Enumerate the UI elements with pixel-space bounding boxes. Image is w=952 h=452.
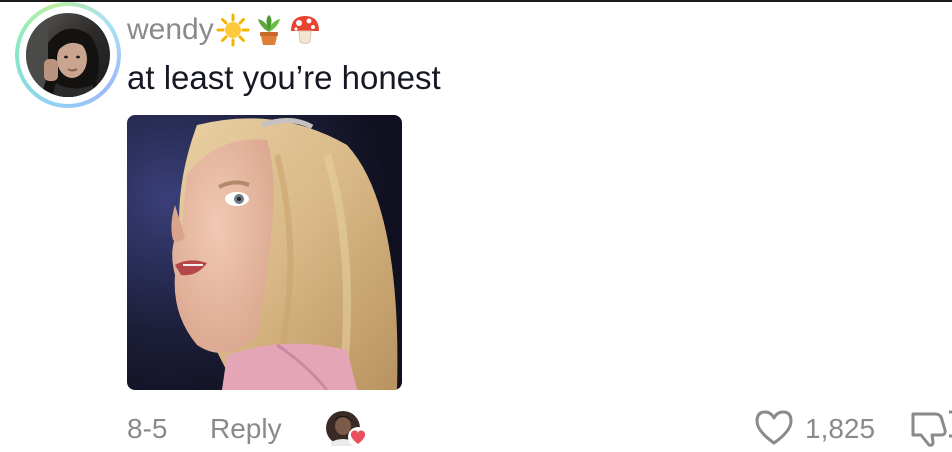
comment-date: 8-5 <box>127 413 168 444</box>
creator-liked-badge <box>325 410 369 447</box>
heart-icon <box>348 427 368 447</box>
mushroom-emoji <box>288 13 322 47</box>
avatar[interactable] <box>26 13 110 97</box>
potted-plant-emoji <box>252 13 286 47</box>
username-row: wendy <box>127 10 322 50</box>
like-count: 1,825 <box>805 413 876 444</box>
sun-emoji <box>216 13 250 47</box>
dislike-button[interactable] <box>905 408 952 447</box>
reply-button[interactable]: Reply <box>210 411 282 447</box>
comment-text: at least you’re honest <box>127 59 441 96</box>
gif-image[interactable] <box>127 115 402 390</box>
like-button[interactable] <box>752 407 796 447</box>
heart-outline-icon <box>755 410 793 445</box>
top-divider <box>0 0 952 2</box>
username[interactable]: wendy <box>127 10 214 50</box>
thumbs-down-icon <box>911 410 952 447</box>
